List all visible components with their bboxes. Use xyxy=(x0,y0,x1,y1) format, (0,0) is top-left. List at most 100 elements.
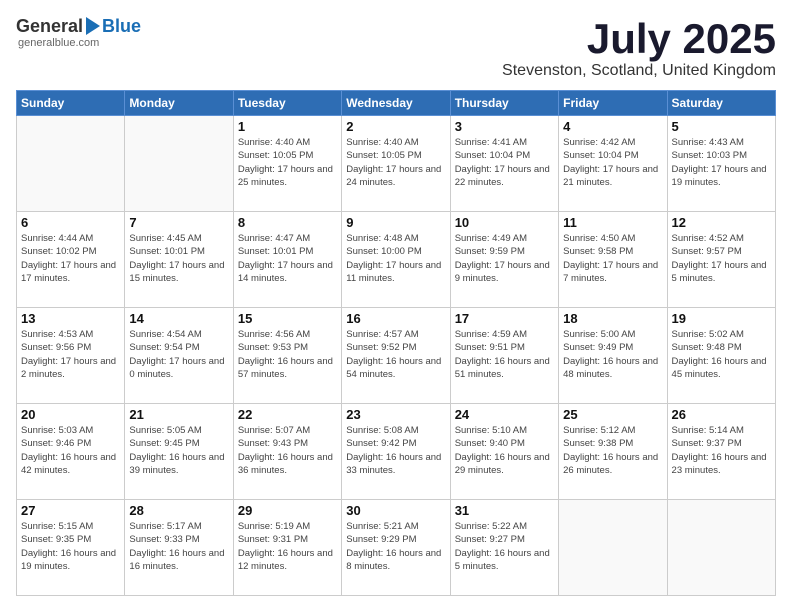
calendar-day-header: Wednesday xyxy=(342,91,450,116)
logo-general-text: General xyxy=(16,16,83,37)
day-info: Sunrise: 5:07 AMSunset: 9:43 PMDaylight:… xyxy=(238,424,337,477)
day-number: 25 xyxy=(563,407,662,422)
calendar-day-header: Thursday xyxy=(450,91,558,116)
day-number: 21 xyxy=(129,407,228,422)
page: General Blue generalblue.com July 2025 S… xyxy=(0,0,792,612)
calendar-cell: 1Sunrise: 4:40 AMSunset: 10:05 PMDayligh… xyxy=(233,116,341,212)
calendar-header-row: SundayMondayTuesdayWednesdayThursdayFrid… xyxy=(17,91,776,116)
day-info: Sunrise: 4:57 AMSunset: 9:52 PMDaylight:… xyxy=(346,328,445,381)
day-number: 19 xyxy=(672,311,771,326)
day-info: Sunrise: 5:12 AMSunset: 9:38 PMDaylight:… xyxy=(563,424,662,477)
calendar-cell: 20 Sunrise: 5:03 AMSunset: 9:46 PMDayligh… xyxy=(17,404,125,500)
day-number: 27 xyxy=(21,503,120,518)
header: General Blue generalblue.com July 2025 S… xyxy=(16,16,776,80)
day-info: Sunrise: 4:44 AMSunset: 10:02 PMDaylight… xyxy=(21,232,120,285)
calendar-cell: 14Sunrise: 4:54 AMSunset: 9:54 PMDayligh… xyxy=(125,308,233,404)
day-info: Sunrise: 4:48 AMSunset: 10:00 PMDaylight… xyxy=(346,232,445,285)
calendar-cell: 29 Sunrise: 5:19 AMSunset: 9:31 PMDayligh… xyxy=(233,500,341,596)
calendar-cell: 21 Sunrise: 5:05 AMSunset: 9:45 PMDayligh… xyxy=(125,404,233,500)
calendar-week-row: 1Sunrise: 4:40 AMSunset: 10:05 PMDayligh… xyxy=(17,116,776,212)
day-number: 30 xyxy=(346,503,445,518)
calendar-cell: 7 Sunrise: 4:45 AMSunset: 10:01 PMDayligh… xyxy=(125,212,233,308)
day-info: Sunrise: 4:42 AMSunset: 10:04 PMDaylight… xyxy=(563,136,662,189)
day-info: Sunrise: 5:21 AMSunset: 9:29 PMDaylight:… xyxy=(346,520,445,573)
day-number: 2 xyxy=(346,119,445,134)
calendar-cell xyxy=(667,500,775,596)
logo-top: General Blue xyxy=(16,16,141,37)
calendar-cell: 24Sunrise: 5:10 AMSunset: 9:40 PMDayligh… xyxy=(450,404,558,500)
day-info: Sunrise: 5:03 AMSunset: 9:46 PMDaylight:… xyxy=(21,424,120,477)
day-info: Sunrise: 4:59 AMSunset: 9:51 PMDaylight:… xyxy=(455,328,554,381)
calendar-week-row: 13 Sunrise: 4:53 AMSunset: 9:56 PMDayligh… xyxy=(17,308,776,404)
calendar-cell: 10 Sunrise: 4:49 AMSunset: 9:59 PMDayligh… xyxy=(450,212,558,308)
day-info: Sunrise: 5:14 AMSunset: 9:37 PMDaylight:… xyxy=(672,424,771,477)
calendar-cell: 22Sunrise: 5:07 AMSunset: 9:43 PMDayligh… xyxy=(233,404,341,500)
day-info: Sunrise: 4:50 AMSunset: 9:58 PMDaylight:… xyxy=(563,232,662,285)
calendar-day-header: Tuesday xyxy=(233,91,341,116)
day-number: 3 xyxy=(455,119,554,134)
day-info: Sunrise: 4:49 AMSunset: 9:59 PMDaylight:… xyxy=(455,232,554,285)
calendar-cell: 13 Sunrise: 4:53 AMSunset: 9:56 PMDayligh… xyxy=(17,308,125,404)
calendar-day-header: Monday xyxy=(125,91,233,116)
day-number: 4 xyxy=(563,119,662,134)
day-number: 29 xyxy=(238,503,337,518)
calendar-day-header: Sunday xyxy=(17,91,125,116)
calendar-cell xyxy=(125,116,233,212)
day-number: 24 xyxy=(455,407,554,422)
calendar-cell: 12 Sunrise: 4:52 AMSunset: 9:57 PMDayligh… xyxy=(667,212,775,308)
calendar-cell: 5Sunrise: 4:43 AMSunset: 10:03 PMDayligh… xyxy=(667,116,775,212)
day-info: Sunrise: 5:19 AMSunset: 9:31 PMDaylight:… xyxy=(238,520,337,573)
day-number: 12 xyxy=(672,215,771,230)
calendar-cell: 3 Sunrise: 4:41 AMSunset: 10:04 PMDayligh… xyxy=(450,116,558,212)
calendar-cell: 2Sunrise: 4:40 AMSunset: 10:05 PMDayligh… xyxy=(342,116,450,212)
day-info: Sunrise: 4:53 AMSunset: 9:56 PMDaylight:… xyxy=(21,328,120,381)
logo-subtitle: generalblue.com xyxy=(18,37,99,49)
day-number: 10 xyxy=(455,215,554,230)
calendar-week-row: 20 Sunrise: 5:03 AMSunset: 9:46 PMDayligh… xyxy=(17,404,776,500)
month-title: July 2025 xyxy=(502,16,776,62)
day-number: 23 xyxy=(346,407,445,422)
day-info: Sunrise: 5:08 AMSunset: 9:42 PMDaylight:… xyxy=(346,424,445,477)
day-info: Sunrise: 5:22 AMSunset: 9:27 PMDaylight:… xyxy=(455,520,554,573)
calendar-table: SundayMondayTuesdayWednesdayThursdayFrid… xyxy=(16,90,776,596)
day-number: 16 xyxy=(346,311,445,326)
calendar-cell: 19 Sunrise: 5:02 AMSunset: 9:48 PMDayligh… xyxy=(667,308,775,404)
day-info: Sunrise: 4:52 AMSunset: 9:57 PMDaylight:… xyxy=(672,232,771,285)
day-number: 11 xyxy=(563,215,662,230)
calendar-cell: 16 Sunrise: 4:57 AMSunset: 9:52 PMDayligh… xyxy=(342,308,450,404)
calendar-cell: 31Sunrise: 5:22 AMSunset: 9:27 PMDayligh… xyxy=(450,500,558,596)
title-block: July 2025 Stevenston, Scotland, United K… xyxy=(502,16,776,80)
calendar-cell xyxy=(559,500,667,596)
day-info: Sunrise: 4:40 AMSunset: 10:05 PMDaylight… xyxy=(238,136,337,189)
calendar-cell: 25 Sunrise: 5:12 AMSunset: 9:38 PMDayligh… xyxy=(559,404,667,500)
day-info: Sunrise: 5:02 AMSunset: 9:48 PMDaylight:… xyxy=(672,328,771,381)
calendar-cell: 8 Sunrise: 4:47 AMSunset: 10:01 PMDayligh… xyxy=(233,212,341,308)
calendar-cell: 6 Sunrise: 4:44 AMSunset: 10:02 PMDayligh… xyxy=(17,212,125,308)
calendar-cell xyxy=(17,116,125,212)
day-number: 20 xyxy=(21,407,120,422)
calendar-cell: 11 Sunrise: 4:50 AMSunset: 9:58 PMDayligh… xyxy=(559,212,667,308)
day-number: 8 xyxy=(238,215,337,230)
day-info: Sunrise: 4:56 AMSunset: 9:53 PMDaylight:… xyxy=(238,328,337,381)
day-info: Sunrise: 4:47 AMSunset: 10:01 PMDaylight… xyxy=(238,232,337,285)
calendar-cell: 28Sunrise: 5:17 AMSunset: 9:33 PMDayligh… xyxy=(125,500,233,596)
calendar-cell: 4 Sunrise: 4:42 AMSunset: 10:04 PMDayligh… xyxy=(559,116,667,212)
calendar-day-header: Friday xyxy=(559,91,667,116)
calendar-week-row: 6 Sunrise: 4:44 AMSunset: 10:02 PMDayligh… xyxy=(17,212,776,308)
day-number: 13 xyxy=(21,311,120,326)
day-number: 7 xyxy=(129,215,228,230)
logo: General Blue generalblue.com xyxy=(16,16,141,49)
logo-blue-text: Blue xyxy=(102,16,141,37)
day-info: Sunrise: 4:45 AMSunset: 10:01 PMDaylight… xyxy=(129,232,228,285)
calendar-cell: 15Sunrise: 4:56 AMSunset: 9:53 PMDayligh… xyxy=(233,308,341,404)
calendar-day-header: Saturday xyxy=(667,91,775,116)
day-info: Sunrise: 4:41 AMSunset: 10:04 PMDaylight… xyxy=(455,136,554,189)
day-info: Sunrise: 5:17 AMSunset: 9:33 PMDaylight:… xyxy=(129,520,228,573)
day-number: 6 xyxy=(21,215,120,230)
day-number: 26 xyxy=(672,407,771,422)
day-info: Sunrise: 4:43 AMSunset: 10:03 PMDaylight… xyxy=(672,136,771,189)
calendar-cell: 23 Sunrise: 5:08 AMSunset: 9:42 PMDayligh… xyxy=(342,404,450,500)
day-info: Sunrise: 5:05 AMSunset: 9:45 PMDaylight:… xyxy=(129,424,228,477)
day-info: Sunrise: 5:15 AMSunset: 9:35 PMDaylight:… xyxy=(21,520,120,573)
calendar-week-row: 27 Sunrise: 5:15 AMSunset: 9:35 PMDayligh… xyxy=(17,500,776,596)
